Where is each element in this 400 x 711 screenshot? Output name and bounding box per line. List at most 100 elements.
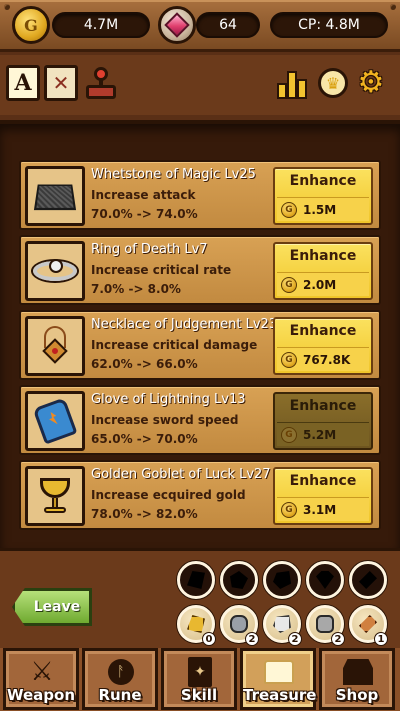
- tab-label: Skill: [180, 686, 218, 704]
- cost-value: 767.8K: [303, 352, 351, 367]
- empty-gem-slot-icon[interactable]: [349, 561, 387, 599]
- enhance-cost: G 2.0M: [277, 272, 369, 296]
- empty-gem-slot-icon[interactable]: [263, 561, 301, 599]
- tab-label: Shop: [335, 686, 379, 704]
- cost-value: 2.0M: [303, 277, 337, 292]
- skill-book-icon: ✦: [184, 655, 216, 689]
- enhance-button[interactable]: Enhance G 767.8K: [273, 317, 373, 375]
- treasure-effect: Increase attack: [91, 188, 196, 202]
- enhance-label: Enhance: [289, 323, 357, 339]
- ore-count: 2: [288, 632, 302, 646]
- cost-value: 1.5M: [303, 202, 337, 217]
- empty-gem-slot-icon[interactable]: [177, 561, 215, 599]
- tab-skill[interactable]: ✦ Skill: [161, 648, 237, 710]
- treasure-name: Whetstone of Magic Lv25: [91, 167, 256, 182]
- tab-shop[interactable]: Shop: [319, 648, 395, 710]
- treasure-name: Ring of Death Lv7: [91, 242, 208, 257]
- gold-coin-letter: G: [24, 15, 38, 35]
- glove-icon: [25, 391, 85, 451]
- rune-icon: ᚨ: [105, 655, 137, 689]
- tab-label: Weapon: [6, 686, 76, 704]
- gold-coin-icon: G: [281, 501, 297, 518]
- treasure-effect: Increase critical rate: [91, 263, 232, 277]
- whetstone-icon: [25, 166, 85, 226]
- empty-gem-slot-icon[interactable]: [306, 561, 344, 599]
- treasure-list-panel: Whetstone of Magic Lv25 Increase attack …: [0, 120, 400, 548]
- treasure-percent: 78.0% -> 82.0%: [91, 507, 198, 521]
- treasure-effect: Increase critical damage: [91, 338, 258, 352]
- shop-icon: [342, 655, 374, 689]
- enhance-button[interactable]: Enhance G 3.1M: [273, 467, 373, 525]
- tab-treasure[interactable]: Treasure: [240, 648, 316, 710]
- gold-ore-icon[interactable]: 0: [177, 605, 216, 646]
- enhance-button-disabled[interactable]: Enhance G 5.2M: [273, 392, 373, 450]
- enhance-label: Enhance: [289, 398, 357, 414]
- tab-label: Rune: [98, 686, 142, 704]
- treasure-percent: 62.0% -> 66.0%: [91, 357, 198, 371]
- empty-gem-slot-icon[interactable]: [220, 561, 258, 599]
- gold-coin-icon: G: [281, 201, 297, 218]
- achievement-book-icon[interactable]: A: [6, 65, 40, 101]
- enhance-cost: G 1.5M: [277, 197, 369, 221]
- gem-amount: 64: [196, 12, 260, 38]
- bottom-nav: ⚔ Weapon ᚨ Rune ✦ Skill Treasure Shop: [0, 648, 400, 711]
- treasure-percent: 70.0% -> 74.0%: [91, 207, 198, 221]
- medal-crown-icon[interactable]: ♛: [316, 65, 350, 101]
- inventory-area: Leave 0 2 2 2 1: [0, 548, 400, 648]
- top-icon-row: A ✕ ♛ ⚙: [0, 55, 400, 115]
- stone-ore-icon[interactable]: 2: [306, 605, 345, 646]
- enhance-button[interactable]: Enhance G 1.5M: [273, 167, 373, 225]
- rivet: [4, 4, 10, 10]
- treasure-name: Golden Goblet of Luck Lv27: [91, 467, 271, 482]
- gold-coin-icon: G: [281, 351, 297, 368]
- swords-icon: ⚔: [30, 657, 54, 687]
- rivet: [390, 4, 396, 10]
- treasure-effect: Increase sword speed: [91, 413, 239, 427]
- tab-label: Treasure: [243, 686, 317, 704]
- quest-book-icon[interactable]: ✕: [44, 65, 78, 101]
- treasure-percent: 7.0% -> 8.0%: [91, 282, 181, 296]
- treasure-item: Glove of Lightning Lv13 Increase sword s…: [19, 385, 381, 455]
- silver-ore-icon[interactable]: 2: [263, 605, 302, 646]
- ore-count: 1: [374, 632, 388, 646]
- enhance-label: Enhance: [289, 248, 357, 264]
- enhance-button[interactable]: Enhance G 2.0M: [273, 242, 373, 300]
- treasure-percent: 65.0% -> 70.0%: [91, 432, 198, 446]
- treasure-item: Necklace of Judgement Lv23 Increase crit…: [19, 310, 381, 380]
- enhance-label: Enhance: [289, 173, 357, 189]
- gold-coin-icon: G: [281, 426, 297, 443]
- ranking-podium-icon[interactable]: [276, 65, 310, 101]
- treasure-chest-icon: [263, 655, 295, 689]
- ore-count: 2: [331, 632, 345, 646]
- necklace-icon: [25, 316, 85, 376]
- tab-weapon[interactable]: ⚔ Weapon: [3, 648, 79, 710]
- copper-ore-icon[interactable]: 1: [349, 605, 388, 646]
- gem-icon: [158, 6, 196, 44]
- leave-label: Leave: [33, 599, 81, 615]
- ore-count: 0: [202, 632, 216, 646]
- leave-button[interactable]: Leave: [12, 588, 92, 626]
- enhance-cost: G 5.2M: [277, 422, 369, 446]
- ore-count: 2: [245, 632, 259, 646]
- gold-coin-icon: G: [12, 6, 50, 44]
- treasure-name: Glove of Lightning Lv13: [91, 392, 246, 407]
- settings-gear-icon[interactable]: ⚙: [354, 65, 388, 101]
- iron-ore-icon[interactable]: 2: [220, 605, 259, 646]
- cost-value: 5.2M: [303, 427, 337, 442]
- gold-amount: 4.7M: [52, 12, 150, 38]
- treasure-item: Whetstone of Magic Lv25 Increase attack …: [19, 160, 381, 230]
- enhance-label: Enhance: [289, 473, 357, 489]
- goblet-icon: [25, 466, 85, 526]
- treasure-item: Ring of Death Lv7 Increase critical rate…: [19, 235, 381, 305]
- combat-power: CP: 4.8M: [270, 12, 388, 38]
- book-letter: A: [14, 70, 32, 96]
- joystick-icon[interactable]: [84, 65, 118, 101]
- enhance-cost: G 3.1M: [277, 497, 369, 521]
- tab-rune[interactable]: ᚨ Rune: [82, 648, 158, 710]
- skull-ring-icon: [25, 241, 85, 301]
- treasure-effect: Increase ecquired gold: [91, 488, 246, 502]
- cost-value: 3.1M: [303, 502, 337, 517]
- gold-coin-icon: G: [281, 276, 297, 293]
- pink-gem-shape: [164, 12, 190, 38]
- enhance-cost: G 767.8K: [277, 347, 369, 371]
